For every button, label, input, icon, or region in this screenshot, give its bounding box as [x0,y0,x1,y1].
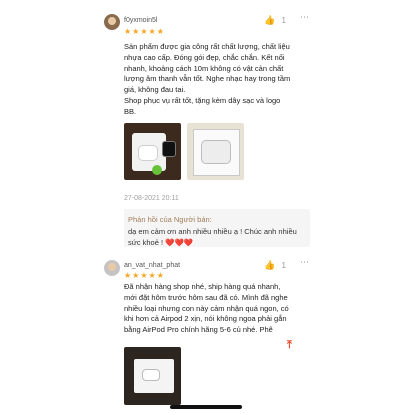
like-count: 1 [281,16,286,25]
review-text-line: nhiều loại nhưng con này cảm nhận quá ng… [124,303,289,313]
avatar[interactable] [104,260,120,276]
review-text-line: Đã nhận hàng shop nhé, ship hàng quá nha… [124,282,281,291]
review-text: Đã nhận hàng shop nhé, ship hàng quá nha… [124,282,319,336]
seller-reply: Phản hồi của Người bán: dạ em cảm ơn anh… [124,209,310,247]
avatar[interactable] [104,14,120,30]
scroll-to-top-icon[interactable]: ⤒ [287,340,292,351]
review-text: Sản phẩm được gia công rất chất lượng, c… [124,42,319,118]
review-text-line: Shop phục vụ rất tốt, tặng kèm dây sạc v… [124,95,281,105]
heart-icon: ❤️❤️❤️ [165,237,194,247]
more-options-icon[interactable]: ⋯ [300,13,310,22]
review-text-line: Sản phẩm được gia công rất chất lượng, c… [124,42,290,51]
product-review-screen: f0yxmoin5l 👍 1 ⋯ ★★★★★ Sản phẩm được gia… [0,0,415,415]
like-icon: 👍 [264,15,276,25]
review-text-line: nhựa cao cấp. Đóng gói đẹp, chắc chắn. K… [124,52,285,62]
reviewer-username[interactable]: an_vat_nhat_phat [124,261,180,270]
seller-reply-message: dạ em cảm ơn anh nhiều nhiều ạ ! Chúc an… [128,227,297,247]
reviewer-username[interactable]: f0yxmoin5l [124,16,157,25]
home-indicator [170,405,242,409]
photo-earbud-case [142,369,160,381]
review-photo[interactable] [124,347,181,405]
seller-reply-title: Phản hồi của Người bán: [128,215,212,224]
photo-green-object [152,165,162,175]
review-text-line: lượng âm thanh vẫn tốt. Nghe nhạc hay tr… [124,74,291,84]
review-text-line: nhanh, khoảng cách 10m không có vật cản … [124,63,284,73]
review-photo[interactable] [187,123,244,180]
rating-stars: ★★★★★ [124,271,165,280]
seller-reply-text: dạ em cảm ơn anh nhiều nhiều ạ ! Chúc an… [128,227,306,248]
review-text-line: giá, không đau tai. [124,85,186,95]
review-text-line: khi hơn cả Airpod 2 xịn, nói không ngoa … [124,314,287,324]
more-options-icon[interactable]: ⋯ [300,258,310,267]
rating-stars: ★★★★★ [124,27,165,36]
photo-watch [162,141,176,157]
review-date: 27-08-2021 20:11 [124,195,179,202]
photo-earbud-case [201,140,231,164]
like-button[interactable]: 👍 1 [264,15,286,26]
review-text-line: mới đặt hôm trước hôm sau đã có. Mình đã… [124,292,288,302]
like-count: 1 [281,261,286,270]
like-icon: 👍 [264,260,276,270]
avatar-face [108,263,116,271]
photo-earbud-case [138,145,158,161]
like-button[interactable]: 👍 1 [264,260,286,271]
review-text-line: BB. [124,106,137,116]
review-photo[interactable] [124,123,181,180]
review-text-line: bằng AirPod Pro chính hãng 5-6 củ nhé. P… [124,325,273,335]
avatar-face [108,17,116,25]
